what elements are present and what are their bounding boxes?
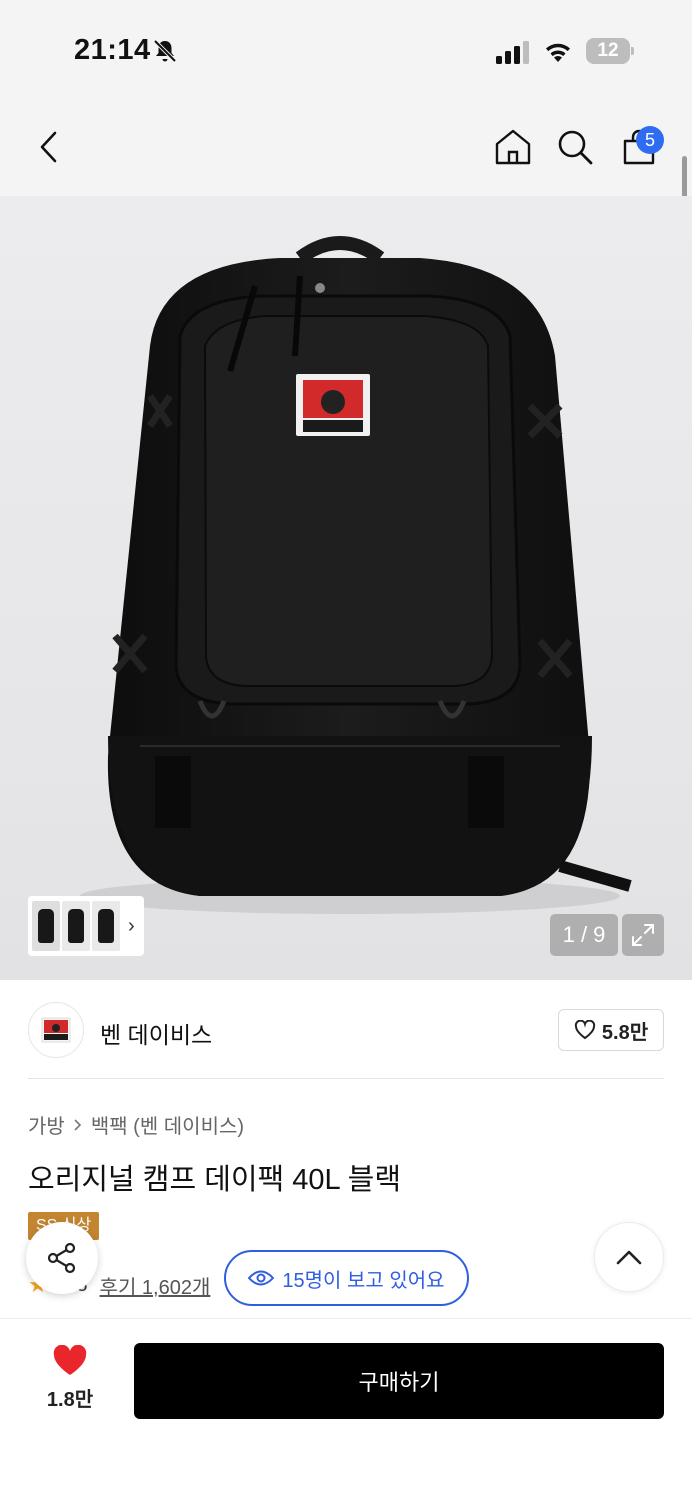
reviews-link[interactable]: 후기 1,602개 xyxy=(100,1271,211,1300)
status-time: 21:14 xyxy=(74,34,151,66)
battery-icon: 12 xyxy=(586,38,634,64)
breadcrumb-category[interactable]: 가방 xyxy=(28,1110,65,1139)
chevron-left-icon xyxy=(40,131,57,163)
chevron-right-icon xyxy=(74,1118,81,1131)
heart-outline-icon xyxy=(574,1020,596,1040)
expand-icon xyxy=(632,924,654,946)
share-icon xyxy=(47,1242,76,1274)
breadcrumb: 가방 백팩 (벤 데이비스) xyxy=(28,1110,244,1139)
wifi-icon xyxy=(546,43,570,62)
wishlist-button[interactable]: 1.8만 xyxy=(30,1345,110,1425)
home-icon xyxy=(495,129,531,165)
scroll-to-top-button[interactable] xyxy=(594,1222,664,1292)
battery-level: 12 xyxy=(586,38,630,64)
brand-row: 벤 데이비스 5.8만 xyxy=(0,980,692,1080)
back-button[interactable] xyxy=(26,124,72,170)
product-image[interactable] xyxy=(0,196,692,980)
backpack-image xyxy=(80,236,632,914)
share-button[interactable] xyxy=(26,1222,98,1294)
eye-icon xyxy=(248,1270,275,1286)
home-button[interactable] xyxy=(490,124,536,170)
status-bar: 21:14 12 xyxy=(0,0,692,100)
thumbnail[interactable] xyxy=(92,901,120,951)
viewers-label: 15명이 보고 있어요 xyxy=(282,1269,445,1292)
buy-button[interactable]: 구매하기 xyxy=(134,1343,664,1419)
bell-off-icon xyxy=(153,39,177,63)
heart-filled-icon xyxy=(53,1345,87,1375)
search-button[interactable] xyxy=(552,124,598,170)
thumbnail[interactable] xyxy=(30,899,62,953)
brand-logo-image xyxy=(41,1017,71,1043)
expand-button[interactable] xyxy=(622,914,664,956)
brand-like-count: 5.8만 xyxy=(601,1021,649,1044)
bottom-bar: 1.8만 구매하기 xyxy=(0,1318,692,1500)
thumbnail-strip[interactable]: › xyxy=(28,896,144,956)
search-icon xyxy=(558,130,593,165)
wishlist-count: 1.8만 xyxy=(46,1389,94,1411)
viewers-pill[interactable]: 15명이 보고 있어요 xyxy=(224,1250,469,1306)
cart-count-badge: 5 xyxy=(636,126,664,154)
brand-like-button[interactable]: 5.8만 xyxy=(558,1009,664,1051)
chevron-up-icon xyxy=(616,1250,642,1265)
product-header xyxy=(0,100,692,196)
chevron-right-icon[interactable]: › xyxy=(128,915,135,938)
brand-name[interactable]: 벤 데이비스 xyxy=(100,1016,212,1050)
thumbnail[interactable] xyxy=(62,901,90,951)
divider xyxy=(28,1078,664,1079)
image-counter: 1 / 9 xyxy=(550,914,618,956)
brand-logo[interactable] xyxy=(28,1002,84,1058)
breadcrumb-subcategory[interactable]: 백팩 (벤 데이비스) xyxy=(91,1110,244,1139)
product-title: 오리지널 캠프 데이팩 40L 블랙 xyxy=(28,1164,402,1196)
signal-icon xyxy=(496,41,529,64)
